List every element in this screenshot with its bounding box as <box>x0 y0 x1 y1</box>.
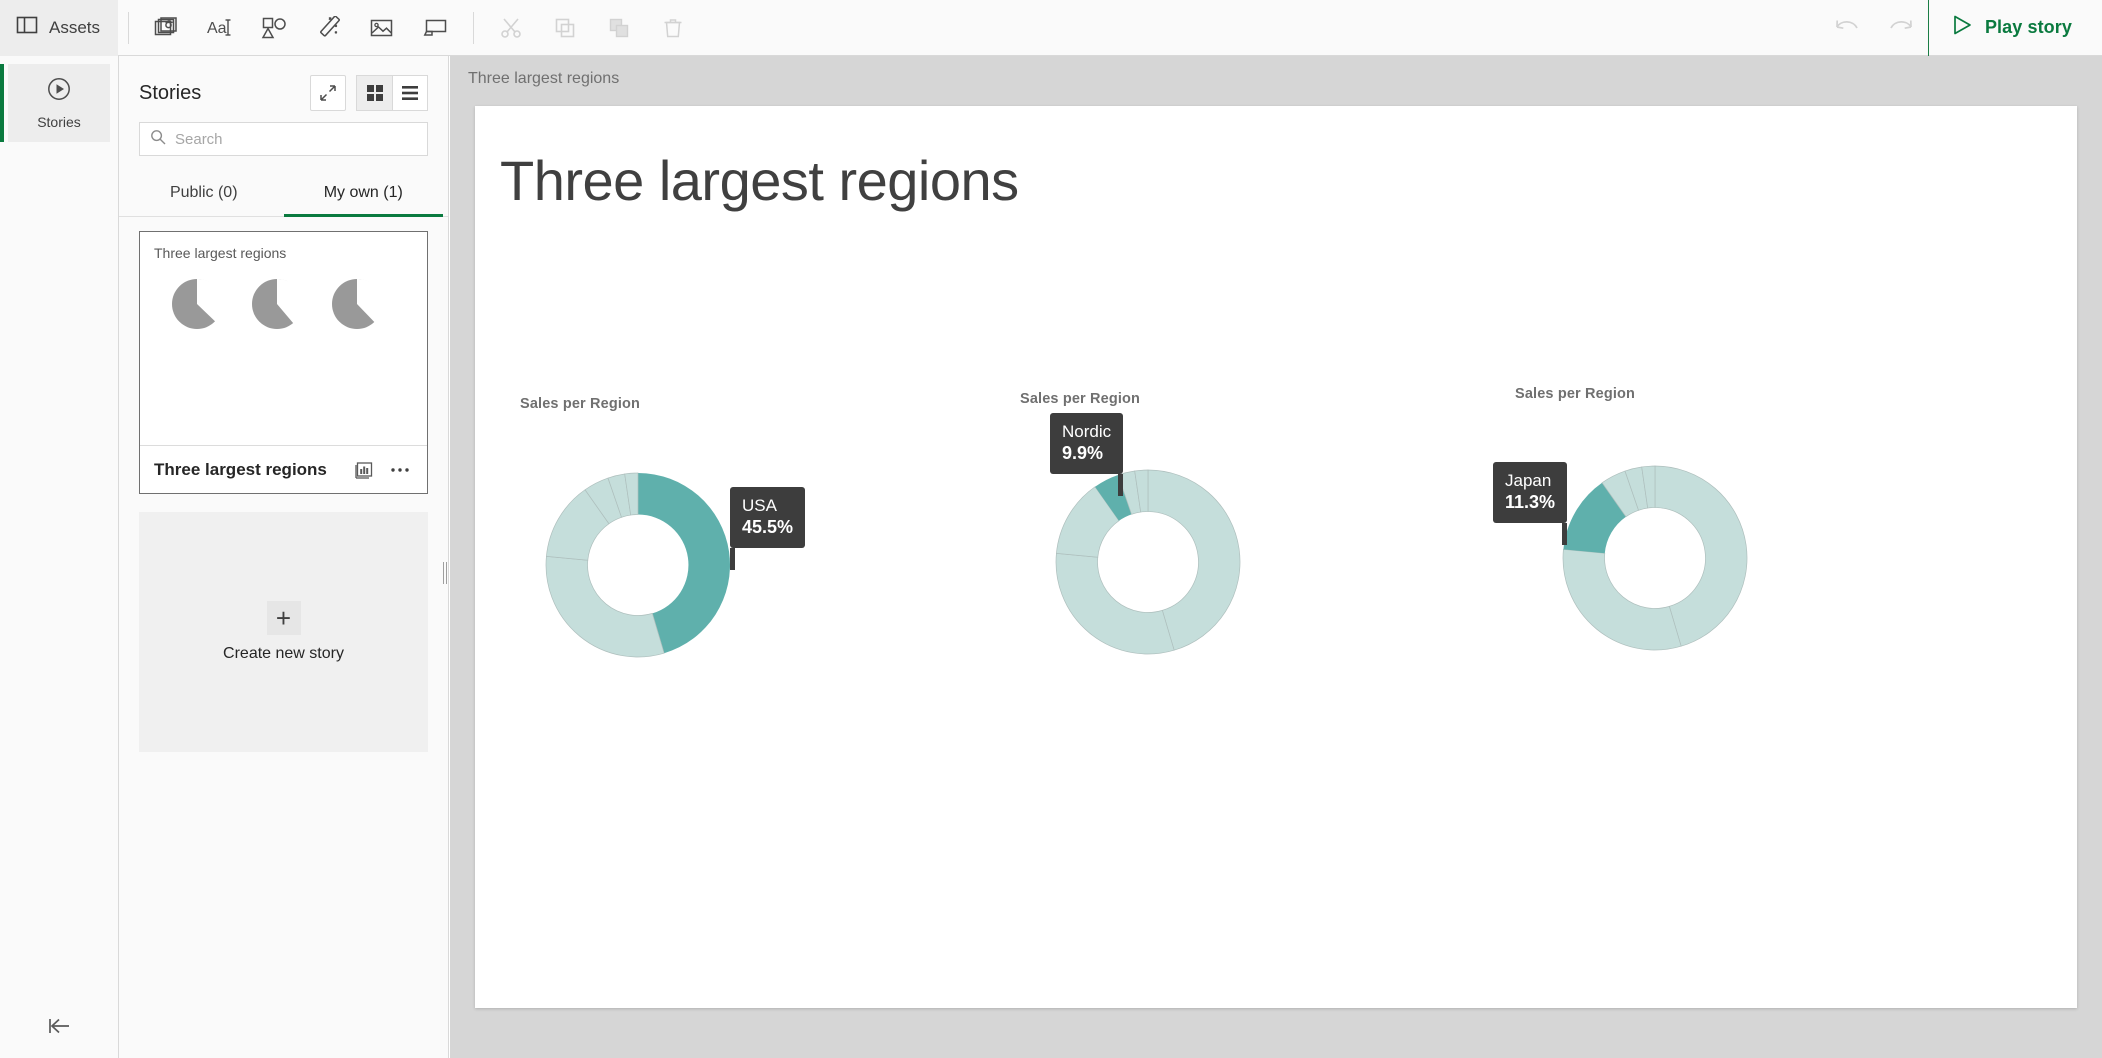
story-card-footer: Three largest regions <box>140 445 427 493</box>
donut-wrap-3: Japan 11.3% <box>1493 430 1875 685</box>
story-canvas[interactable]: Three largest regions Sales per Region U… <box>475 106 2077 1008</box>
grid-view-icon[interactable] <box>356 75 392 111</box>
search-container <box>119 112 448 156</box>
donut-chart-3[interactable] <box>1515 430 1875 680</box>
tooltip-1-value: 45.5% <box>742 517 794 538</box>
ellipsis-icon[interactable] <box>387 466 413 474</box>
chart-icon[interactable] <box>351 460 377 480</box>
page-title: Three largest regions <box>500 149 1019 212</box>
tab-my-own-label: My own (1) <box>323 184 403 201</box>
svg-text:Aa: Aa <box>207 20 227 37</box>
tab-public[interactable]: Public (0) <box>124 172 284 216</box>
collapse-panel-button[interactable] <box>0 998 118 1058</box>
plus-icon: + <box>266 601 301 635</box>
tab-my-own[interactable]: My own (1) <box>283 172 444 217</box>
tooltip-3-tail <box>1562 522 1568 545</box>
text-icon[interactable]: Aa <box>193 0 247 56</box>
search-input[interactable] <box>175 130 417 148</box>
stories-panel: Stories Public (0) My own (1) <box>119 56 449 1058</box>
expand-arrows-icon[interactable] <box>310 75 346 111</box>
stories-tabs: Public (0) My own (1) <box>119 172 448 217</box>
play-triangle-icon <box>1951 14 1973 41</box>
assets-button-label: Assets <box>49 17 101 37</box>
story-card-name: Three largest regions <box>154 459 327 479</box>
delete-icon <box>646 0 700 56</box>
undo-icon <box>1820 0 1874 56</box>
tooltip-2-value: 9.9% <box>1062 443 1104 464</box>
story-card[interactable]: Three largest regions Three largest regi… <box>139 231 428 494</box>
play-story-label: Play story <box>1984 17 2072 37</box>
story-card-thumb-pies <box>154 261 413 331</box>
breadcrumb: Three largest regions <box>468 70 620 87</box>
thumb-pie-3 <box>332 278 384 329</box>
tooltip-1-tail <box>730 547 735 570</box>
sheet-icon[interactable] <box>409 0 463 56</box>
list-view-icon[interactable] <box>392 75 428 111</box>
top-toolbar: Assets Aa Play story <box>0 0 2102 56</box>
plus-glyph: + <box>275 603 292 633</box>
toolbar-divider-2 <box>473 11 475 44</box>
stories-panel-title: Stories <box>139 81 202 104</box>
tooltip-2: Nordic 9.9% <box>1050 413 1124 496</box>
thumb-pie-2 <box>252 278 303 329</box>
tooltip-3-label: Japan <box>1505 471 1552 490</box>
paste-icon <box>592 0 646 56</box>
tab-public-label: Public (0) <box>169 184 238 201</box>
collapse-left-icon <box>45 1016 73 1041</box>
toolbar-divider-1 <box>128 11 130 44</box>
sidebar-item-stories[interactable]: Stories <box>0 64 110 142</box>
media-library-icon[interactable] <box>355 0 409 56</box>
search-icon <box>150 129 166 150</box>
donut-wrap-2: Nordic 9.9% <box>1020 413 1380 690</box>
resize-grip-line-2 <box>446 562 447 584</box>
donut-chart-1[interactable] <box>520 440 880 690</box>
tooltip-3-value: 11.3% <box>1505 492 1556 513</box>
play-story-button[interactable]: Play story <box>1929 0 2102 56</box>
chart-block-1[interactable]: Sales per Region USA 45.5% <box>520 396 880 695</box>
tooltip-2-tail <box>1118 473 1124 496</box>
sidebar-item-stories-label: Stories <box>37 114 81 130</box>
snapshot-library-icon[interactable] <box>139 0 193 56</box>
effects-icon[interactable] <box>301 0 355 56</box>
shapes-icon[interactable] <box>247 0 301 56</box>
chart-title-1: Sales per Region <box>520 396 641 412</box>
left-rail: Stories <box>0 56 119 1058</box>
cut-icon <box>484 0 538 56</box>
panel-resize-handle[interactable] <box>441 560 449 586</box>
create-new-story-label: Create new story <box>223 645 344 662</box>
donut-wrap-1: USA 45.5% <box>520 440 880 695</box>
stories-card-list: Three largest regions Three largest regi… <box>119 217 448 752</box>
search-box[interactable] <box>139 122 428 156</box>
chart-block-3[interactable]: Sales per Region Japan 11.3% <box>1493 386 1875 685</box>
chart-title-2: Sales per Region <box>1020 391 1141 407</box>
tooltip-3: Japan 11.3% <box>1493 462 1568 545</box>
main-content: Three largest regions Three largest regi… <box>450 56 2102 1058</box>
tooltip-1: USA 45.5% <box>730 487 806 570</box>
create-new-story-card[interactable]: + Create new story <box>139 512 428 752</box>
thumb-pie-1 <box>172 278 223 329</box>
view-mode-toggle <box>356 75 428 111</box>
story-card-thumb-title: Three largest regions <box>154 245 287 261</box>
chart-title-3: Sales per Region <box>1515 386 1636 402</box>
panel-layout-icon <box>16 14 38 41</box>
tooltip-1-label: USA <box>742 496 777 515</box>
chart-block-2[interactable]: Sales per Region Nordic 9.9% <box>1020 391 1380 690</box>
play-circle-icon <box>46 76 72 107</box>
resize-grip-line-1 <box>443 562 444 584</box>
copy-icon <box>538 0 592 56</box>
stories-panel-header: Stories <box>119 56 448 112</box>
assets-button[interactable]: Assets <box>0 0 119 56</box>
redo-icon <box>1874 0 1928 56</box>
story-card-thumbnail: Three largest regions <box>140 232 427 445</box>
tooltip-2-label: Nordic <box>1062 422 1112 441</box>
